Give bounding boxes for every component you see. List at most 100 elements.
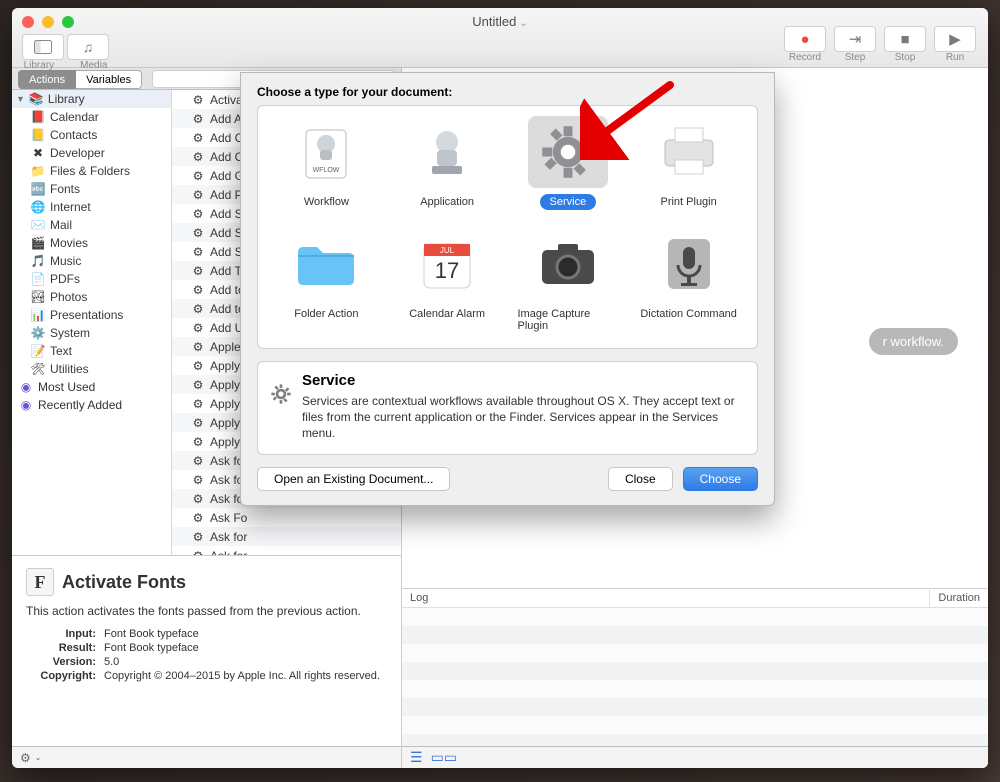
log-panel: Log Duration ☰ ▭▭ xyxy=(402,588,988,768)
doc-type-icon xyxy=(407,116,487,188)
doc-type-icon xyxy=(528,116,608,188)
meta-key: Copyright: xyxy=(26,670,96,682)
sidebar-item-system[interactable]: ⚙️System xyxy=(12,324,171,342)
doc-type-icon xyxy=(649,116,729,188)
doc-type-application[interactable]: Application xyxy=(387,116,508,210)
run-button[interactable]: ▶ xyxy=(934,26,976,52)
close-window-button[interactable] xyxy=(22,16,34,28)
minimize-window-button[interactable] xyxy=(42,16,54,28)
action-title: Activate Fonts xyxy=(62,572,186,593)
sidebar-smart-recently-added[interactable]: ◉Recently Added xyxy=(12,396,171,414)
doc-type-icon: WFLOW xyxy=(286,116,366,188)
fontbook-icon: F xyxy=(26,568,54,596)
doc-type-label: Calendar Alarm xyxy=(399,306,495,322)
toolbar-right: ●Record ⇥ Step ■ Stop ▶ Run xyxy=(784,26,976,63)
play-icon: ▶ xyxy=(949,30,961,48)
svg-text:JUL: JUL xyxy=(440,246,455,255)
tab-actions[interactable]: Actions xyxy=(18,70,76,89)
meta-value: Font Book typeface xyxy=(104,628,387,640)
sidebar-item-contacts[interactable]: 📒Contacts xyxy=(12,126,171,144)
toolbar-left: ♫ Library Media xyxy=(22,34,109,71)
stop-button[interactable]: ■ xyxy=(884,26,926,52)
meta-value: Copyright © 2004–2015 by Apple Inc. All … xyxy=(104,670,387,682)
doc-type-label: Workflow xyxy=(294,194,359,210)
doc-type-print-plugin[interactable]: Print Plugin xyxy=(628,116,749,210)
record-button[interactable]: ● xyxy=(784,26,826,52)
sidebar-item-presentations[interactable]: 📊Presentations xyxy=(12,306,171,324)
stop-label: Stop xyxy=(895,52,916,63)
stop-icon: ■ xyxy=(900,31,909,48)
doc-type-service[interactable]: Service xyxy=(508,116,629,210)
sidebar-item-pdfs[interactable]: 📄PDFs xyxy=(12,270,171,288)
sidebar-item-utilities[interactable]: 🛠Utilities xyxy=(12,360,171,378)
tab-variables[interactable]: Variables xyxy=(76,70,142,89)
category-list[interactable]: ▼📚Library📕Calendar📒Contacts✖︎Developer📁F… xyxy=(12,90,172,555)
meta-value: 5.0 xyxy=(104,656,387,668)
sidebar-item-developer[interactable]: ✖︎Developer xyxy=(12,144,171,162)
title-chevron-icon[interactable]: ⌄ xyxy=(519,18,527,29)
library-toggle-button[interactable] xyxy=(22,34,64,60)
action-meta: Input:Font Book typefaceResult:Font Book… xyxy=(26,628,387,682)
action-item[interactable]: ⚙︎Ask for xyxy=(172,546,401,555)
doc-type-icon xyxy=(528,228,608,300)
zoom-window-button[interactable] xyxy=(62,16,74,28)
template-chooser-sheet: Choose a type for your document: WFLOW W… xyxy=(240,72,775,506)
step-label: Step xyxy=(845,52,866,63)
dropdown-indicator-icon[interactable]: ⌄ xyxy=(35,753,42,762)
info-title: Service xyxy=(302,372,745,389)
log-col-duration[interactable]: Duration xyxy=(930,589,988,607)
doc-type-image-capture-plugin[interactable]: Image Capture Plugin xyxy=(508,228,629,334)
log-col-log[interactable]: Log xyxy=(402,589,930,607)
workflow-hint: r workflow. xyxy=(869,328,958,355)
sidebar-item-calendar[interactable]: 📕Calendar xyxy=(12,108,171,126)
doc-type-label: Application xyxy=(410,194,484,210)
doc-type-dictation-command[interactable]: Dictation Command xyxy=(628,228,749,334)
sidebar-item-files-folders[interactable]: 📁Files & Folders xyxy=(12,162,171,180)
sidebar-item-fonts[interactable]: 🔤Fonts xyxy=(12,180,171,198)
run-label: Run xyxy=(946,52,964,63)
action-item[interactable]: ⚙︎Ask Fo xyxy=(172,508,401,527)
sidebar-item-photos[interactable]: 🏞Photos xyxy=(12,288,171,306)
meta-key: Result: xyxy=(26,642,96,654)
doc-type-label: Image Capture Plugin xyxy=(508,306,629,334)
step-icon: ⇥ xyxy=(849,30,862,48)
grid-view-icon[interactable]: ▭▭ xyxy=(431,749,457,766)
library-label: Library xyxy=(24,60,55,71)
doc-type-icon xyxy=(649,228,729,300)
sidebar-item-music[interactable]: 🎵Music xyxy=(12,252,171,270)
action-description: F Activate Fonts This action activates t… xyxy=(12,556,401,746)
window-title-text: Untitled xyxy=(472,14,516,29)
list-view-icon[interactable]: ☰ xyxy=(410,749,423,766)
action-summary: This action activates the fonts passed f… xyxy=(26,604,387,618)
gear-large-icon xyxy=(270,372,292,416)
open-existing-button[interactable]: Open an Existing Document... xyxy=(257,467,450,491)
sidebar-item-text[interactable]: 📝Text xyxy=(12,342,171,360)
doc-type-label: Dictation Command xyxy=(630,306,747,322)
doc-type-icon xyxy=(286,228,366,300)
svg-text:17: 17 xyxy=(435,258,459,283)
sidebar-smart-most-used[interactable]: ◉Most Used xyxy=(12,378,171,396)
doc-type-folder-action[interactable]: Folder Action xyxy=(266,228,387,334)
media-button[interactable]: ♫ xyxy=(67,34,109,60)
gear-icon[interactable]: ⚙︎ xyxy=(20,751,31,765)
step-button[interactable]: ⇥ xyxy=(834,26,876,52)
choose-button[interactable]: Choose xyxy=(683,467,758,491)
window-controls xyxy=(22,16,74,28)
doc-type-calendar-alarm[interactable]: JUL 17 Calendar Alarm xyxy=(387,228,508,334)
sheet-prompt: Choose a type for your document: xyxy=(257,85,758,99)
record-label: Record xyxy=(789,52,821,63)
sidebar-item-internet[interactable]: 🌐Internet xyxy=(12,198,171,216)
sheet-buttons: Open an Existing Document... Close Choos… xyxy=(257,467,758,491)
log-body xyxy=(402,608,988,746)
action-item[interactable]: ⚙︎Ask for xyxy=(172,527,401,546)
type-info-box: Service Services are contextual workflow… xyxy=(257,361,758,455)
close-button[interactable]: Close xyxy=(608,467,673,491)
right-statusbar: ☰ ▭▭ xyxy=(402,746,988,768)
titlebar: Untitled⌄ ♫ Library Media ●Record ⇥ Step … xyxy=(12,8,988,68)
svg-text:WFLOW: WFLOW xyxy=(313,167,340,174)
document-type-grid: WFLOW Workflow Application Service Print… xyxy=(257,105,758,349)
sidebar-item-movies[interactable]: 🎬Movies xyxy=(12,234,171,252)
doc-type-workflow[interactable]: WFLOW Workflow xyxy=(266,116,387,210)
sidebar-library-root[interactable]: ▼📚Library xyxy=(12,90,171,108)
sidebar-item-mail[interactable]: ✉️Mail xyxy=(12,216,171,234)
